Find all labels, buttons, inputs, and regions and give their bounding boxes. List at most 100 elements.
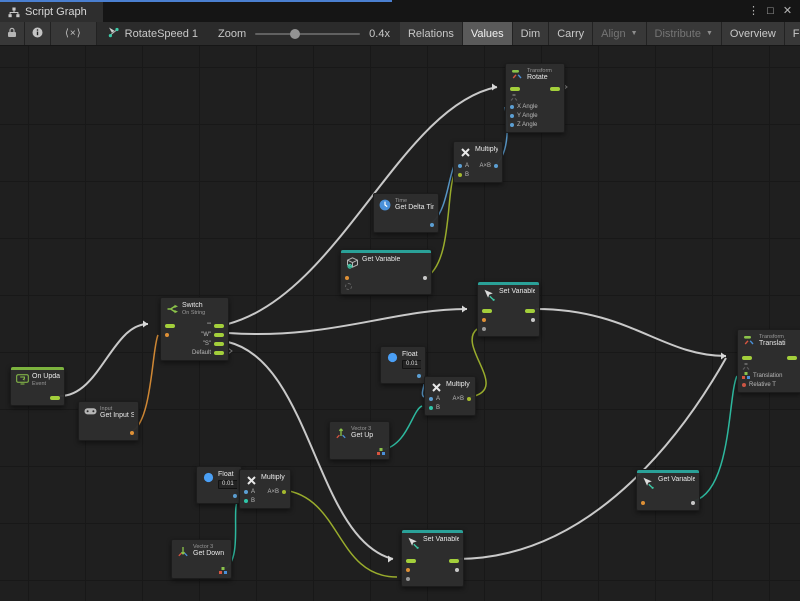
flow-port[interactable] [165, 324, 175, 328]
value-port[interactable] [742, 383, 746, 387]
flow-port[interactable] [787, 356, 797, 360]
vector3-port[interactable] [377, 448, 385, 455]
node-get-variable-top[interactable]: Get Variable [340, 249, 432, 295]
toolbar-button-label: Overview [730, 28, 776, 40]
value-port[interactable] [423, 276, 427, 280]
close-icon[interactable]: ✕ [779, 0, 796, 22]
kebab-menu-icon[interactable]: ⋮ [745, 0, 762, 22]
toolbar-button-full-screen[interactable]: Full Screen [785, 22, 800, 45]
connection-wire[interactable] [284, 490, 397, 577]
node-translate[interactable]: TransformTranslatiTranslationRelative T [737, 329, 800, 393]
zoom-slider[interactable] [255, 33, 360, 35]
connection-wire[interactable] [60, 324, 148, 396]
value-port[interactable] [429, 406, 433, 410]
port-label: Relative T [749, 382, 776, 388]
value-port[interactable] [244, 490, 248, 494]
node-set-variable-bottom[interactable]: Set Variable [401, 529, 464, 587]
transform-port[interactable] [742, 363, 750, 370]
unconnected-port[interactable] [345, 283, 352, 290]
vector3-port[interactable] [219, 567, 227, 574]
zoom-to-fit-button[interactable]: ⟨×⟩ [51, 22, 97, 45]
flow-port[interactable] [449, 559, 459, 563]
node-switch-on-string[interactable]: SwitchOn String"""W""S"Default [160, 297, 229, 361]
node-rotate[interactable]: TransformRotateX AngleY AngleZ Angle [505, 63, 565, 133]
flow-port[interactable] [510, 87, 520, 91]
toolbar-button-distribute[interactable]: Distribute▼ [647, 22, 722, 45]
value-port[interactable] [458, 164, 462, 168]
value-port[interactable] [406, 577, 410, 581]
flow-port[interactable] [214, 342, 224, 346]
value-port[interactable] [417, 374, 421, 378]
value-port[interactable] [233, 494, 237, 498]
zoom-slider-handle[interactable] [290, 29, 300, 39]
node-get-delta-time[interactable]: TimeGet Delta Time [373, 193, 439, 233]
connection-wire[interactable] [694, 376, 737, 501]
value-port[interactable] [691, 501, 695, 505]
node-get-input-string[interactable]: InputGet Input Strin [78, 401, 139, 441]
node-set-variable-mid[interactable]: Set Variable [477, 281, 540, 337]
value-port[interactable] [165, 333, 169, 337]
zoom-label: Zoom [218, 28, 246, 40]
node-multiply-top[interactable]: MultiplyAA×BB [453, 141, 503, 183]
value-port[interactable] [458, 173, 462, 177]
value-port[interactable] [510, 105, 514, 109]
toolbar-button-carry[interactable]: Carry [549, 22, 593, 45]
value-port[interactable] [430, 223, 434, 227]
node-value-field[interactable]: 0.01 [218, 480, 237, 489]
flow-port[interactable] [482, 309, 492, 313]
node-get-down[interactable]: Vector 3Get Down [171, 539, 232, 579]
value-port[interactable] [467, 397, 471, 401]
value-port[interactable] [130, 431, 134, 435]
value-port[interactable] [482, 318, 486, 322]
flow-port[interactable] [406, 559, 416, 563]
flow-port[interactable] [214, 351, 224, 355]
flow-port[interactable] [550, 87, 560, 91]
value-port[interactable] [406, 568, 410, 572]
port-row: Relative T [738, 380, 800, 389]
node-get-up[interactable]: Vector 3Get Up [329, 421, 390, 460]
value-port[interactable] [244, 499, 248, 503]
connection-wire[interactable] [457, 358, 726, 559]
toolbar-button-dim[interactable]: Dim [513, 22, 550, 45]
connection-wire[interactable] [536, 309, 726, 356]
flow-port[interactable] [50, 396, 60, 400]
toolbar-button-overview[interactable]: Overview [722, 22, 785, 45]
graph-reference[interactable]: RotateSpeed 1 [97, 22, 208, 45]
vector3-port[interactable] [742, 372, 750, 379]
flow-port[interactable] [214, 324, 224, 328]
node-float-mid[interactable]: Float0.01 [380, 346, 426, 384]
inspect-button[interactable] [25, 22, 51, 45]
value-port[interactable] [282, 490, 286, 494]
flow-port[interactable] [525, 309, 535, 313]
node-multiply-bottom[interactable]: MultiplyAA×BB [239, 469, 291, 509]
transform-port[interactable] [510, 94, 518, 101]
value-port[interactable] [429, 397, 433, 401]
toolbar-button-align[interactable]: Align▼ [593, 22, 646, 45]
flow-port[interactable] [214, 333, 224, 337]
connection-wire[interactable] [228, 309, 467, 334]
value-port[interactable] [641, 501, 645, 505]
node-value-field[interactable]: 0.01 [402, 360, 421, 369]
tab-script-graph[interactable]: Script Graph [0, 0, 103, 22]
value-port[interactable] [345, 276, 349, 280]
node-header-text: Multiply [475, 146, 498, 154]
node-multiply-mid[interactable]: MultiplyAA×BB [424, 376, 476, 416]
zoom-value: 0.4x [369, 28, 390, 40]
lock-button[interactable] [0, 22, 25, 45]
value-port[interactable] [510, 123, 514, 127]
flow-port[interactable] [742, 356, 752, 360]
node-title: Translati [759, 340, 786, 348]
node-get-variable-bottom[interactable]: Get Variable [636, 469, 700, 511]
node-on-update[interactable]: On UpdateEvent [10, 366, 65, 406]
value-port[interactable] [482, 327, 486, 331]
node-float-bottom[interactable]: Float0.01 [196, 466, 242, 504]
value-port[interactable] [494, 164, 498, 168]
value-port[interactable] [531, 318, 535, 322]
value-port[interactable] [455, 568, 459, 572]
toolbar-button-relations[interactable]: Relations [400, 22, 463, 45]
graph-canvas[interactable]: TransformRotateX AngleY AngleZ AngleMult… [0, 46, 800, 601]
toolbar-button-values[interactable]: Values [463, 22, 513, 45]
maximize-icon[interactable]: □ [762, 0, 779, 22]
value-port[interactable] [510, 114, 514, 118]
node-title: Set Variable [499, 288, 535, 296]
